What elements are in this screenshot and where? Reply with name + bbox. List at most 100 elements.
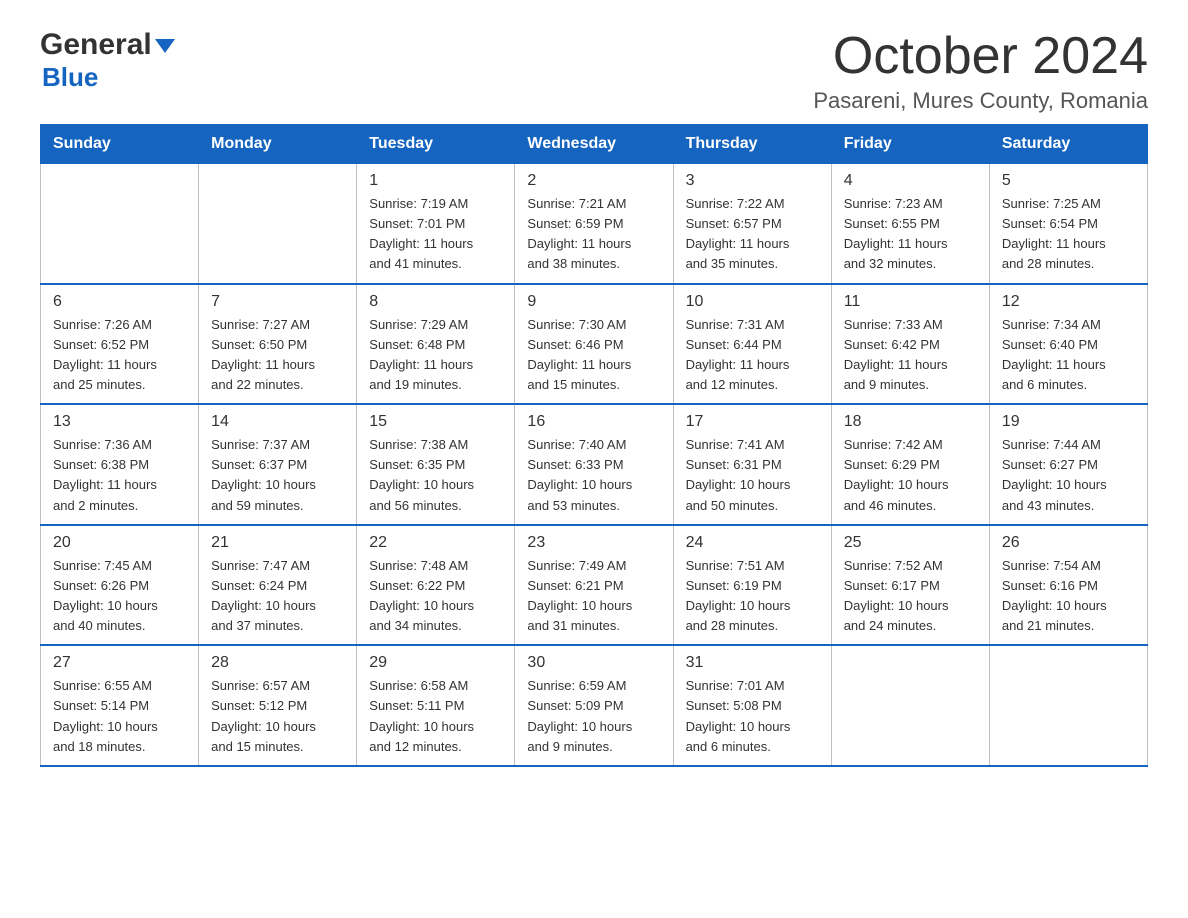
- page-title: October 2024: [813, 30, 1148, 82]
- day-cell: 22 Sunrise: 7:48 AM Sunset: 6:22 PM Dayli…: [357, 525, 515, 646]
- day-number: 4: [844, 172, 977, 190]
- day-number: 29: [369, 654, 502, 672]
- day-number: 12: [1002, 293, 1135, 311]
- page-header: General Blue October 2024 Pasareni, Mure…: [40, 30, 1148, 114]
- calendar-table: Sunday Monday Tuesday Wednesday Thursday…: [40, 124, 1148, 767]
- week-row-1: 1 Sunrise: 7:19 AM Sunset: 7:01 PM Daylig…: [41, 164, 1148, 284]
- day-number: 25: [844, 534, 977, 552]
- day-cell: 3Sunrise: 7:22 AM Sunset: 6:57 PM Daylig…: [673, 164, 831, 284]
- day-number: 26: [1002, 534, 1135, 552]
- col-wednesday: Wednesday: [515, 125, 673, 164]
- day-cell: 25 Sunrise: 7:52 AM Sunset: 6:17 PM Dayli…: [831, 525, 989, 646]
- day-info: Sunrise: 7:31 AM Sunset: 6:44 PM Dayligh…: [686, 315, 819, 396]
- day-cell: 8Sunrise: 7:29 AM Sunset: 6:48 PM Daylig…: [357, 284, 515, 405]
- day-cell: 2Sunrise: 7:21 AM Sunset: 6:59 PM Daylig…: [515, 164, 673, 284]
- day-number: 9: [527, 293, 660, 311]
- day-number: 7: [211, 293, 344, 311]
- day-info: Sunrise: 7:41 AM Sunset: 6:31 PM Dayligh…: [686, 435, 819, 516]
- day-info: Sunrise: 6:57 AM Sunset: 5:12 PM Dayligh…: [211, 676, 344, 757]
- day-info: Sunrise: 7:33 AM Sunset: 6:42 PM Dayligh…: [844, 315, 977, 396]
- day-cell: 19Sunrise: 7:44 AM Sunset: 6:27 PM Dayli…: [989, 404, 1147, 525]
- day-info: Sunrise: 7:30 AM Sunset: 6:46 PM Dayligh…: [527, 315, 660, 396]
- day-cell: 11 Sunrise: 7:33 AM Sunset: 6:42 PM Dayli…: [831, 284, 989, 405]
- day-number: 28: [211, 654, 344, 672]
- day-cell: 26 Sunrise: 7:54 AM Sunset: 6:16 PM Dayli…: [989, 525, 1147, 646]
- day-info: Sunrise: 7:42 AM Sunset: 6:29 PM Dayligh…: [844, 435, 977, 516]
- day-number: 13: [53, 413, 186, 431]
- day-cell: 30 Sunrise: 6:59 AM Sunset: 5:09 PM Dayli…: [515, 645, 673, 766]
- day-cell: 28 Sunrise: 6:57 AM Sunset: 5:12 PM Dayli…: [199, 645, 357, 766]
- day-info: Sunrise: 6:59 AM Sunset: 5:09 PM Dayligh…: [527, 676, 660, 757]
- col-friday: Friday: [831, 125, 989, 164]
- week-row-3: 13 Sunrise: 7:36 AM Sunset: 6:38 PM Dayli…: [41, 404, 1148, 525]
- day-cell: 13 Sunrise: 7:36 AM Sunset: 6:38 PM Dayli…: [41, 404, 199, 525]
- day-cell: 6Sunrise: 7:26 AM Sunset: 6:52 PM Daylig…: [41, 284, 199, 405]
- day-cell: 15Sunrise: 7:38 AM Sunset: 6:35 PM Dayli…: [357, 404, 515, 525]
- day-cell: 12 Sunrise: 7:34 AM Sunset: 6:40 PM Dayli…: [989, 284, 1147, 405]
- day-info: Sunrise: 7:34 AM Sunset: 6:40 PM Dayligh…: [1002, 315, 1135, 396]
- day-info: Sunrise: 7:27 AM Sunset: 6:50 PM Dayligh…: [211, 315, 344, 396]
- day-info: Sunrise: 7:48 AM Sunset: 6:22 PM Dayligh…: [369, 556, 502, 637]
- day-info: Sunrise: 7:21 AM Sunset: 6:59 PM Dayligh…: [527, 194, 660, 275]
- day-cell: 23 Sunrise: 7:49 AM Sunset: 6:21 PM Dayli…: [515, 525, 673, 646]
- day-info: Sunrise: 7:29 AM Sunset: 6:48 PM Dayligh…: [369, 315, 502, 396]
- day-number: 17: [686, 413, 819, 431]
- day-number: 21: [211, 534, 344, 552]
- day-info: Sunrise: 7:47 AM Sunset: 6:24 PM Dayligh…: [211, 556, 344, 637]
- day-info: Sunrise: 7:52 AM Sunset: 6:17 PM Dayligh…: [844, 556, 977, 637]
- day-cell: 10 Sunrise: 7:31 AM Sunset: 6:44 PM Dayli…: [673, 284, 831, 405]
- day-info: Sunrise: 6:55 AM Sunset: 5:14 PM Dayligh…: [53, 676, 186, 757]
- day-cell: 29 Sunrise: 6:58 AM Sunset: 5:11 PM Dayli…: [357, 645, 515, 766]
- day-number: 11: [844, 293, 977, 311]
- day-cell: 9 Sunrise: 7:30 AM Sunset: 6:46 PM Daylig…: [515, 284, 673, 405]
- day-number: 23: [527, 534, 660, 552]
- day-info: Sunrise: 7:19 AM Sunset: 7:01 PM Dayligh…: [369, 194, 502, 275]
- day-number: 16: [527, 413, 660, 431]
- day-info: Sunrise: 7:26 AM Sunset: 6:52 PM Dayligh…: [53, 315, 186, 396]
- day-number: 31: [686, 654, 819, 672]
- day-info: Sunrise: 7:38 AM Sunset: 6:35 PM Dayligh…: [369, 435, 502, 516]
- day-number: 10: [686, 293, 819, 311]
- day-number: 18: [844, 413, 977, 431]
- day-cell: 4Sunrise: 7:23 AM Sunset: 6:55 PM Daylig…: [831, 164, 989, 284]
- day-number: 24: [686, 534, 819, 552]
- day-info: Sunrise: 7:45 AM Sunset: 6:26 PM Dayligh…: [53, 556, 186, 637]
- day-number: 1: [369, 172, 502, 190]
- day-number: 27: [53, 654, 186, 672]
- day-info: Sunrise: 7:44 AM Sunset: 6:27 PM Dayligh…: [1002, 435, 1135, 516]
- day-info: Sunrise: 7:51 AM Sunset: 6:19 PM Dayligh…: [686, 556, 819, 637]
- day-number: 30: [527, 654, 660, 672]
- page-subtitle: Pasareni, Mures County, Romania: [813, 88, 1148, 114]
- day-number: 3: [686, 172, 819, 190]
- day-cell: 1 Sunrise: 7:19 AM Sunset: 7:01 PM Daylig…: [357, 164, 515, 284]
- day-number: 5: [1002, 172, 1135, 190]
- logo-text-blue: Blue: [42, 62, 98, 93]
- day-cell: 27 Sunrise: 6:55 AM Sunset: 5:14 PM Dayli…: [41, 645, 199, 766]
- day-cell: 17 Sunrise: 7:41 AM Sunset: 6:31 PM Dayli…: [673, 404, 831, 525]
- day-cell: 16Sunrise: 7:40 AM Sunset: 6:33 PM Dayli…: [515, 404, 673, 525]
- day-number: 20: [53, 534, 186, 552]
- day-cell: 5 Sunrise: 7:25 AM Sunset: 6:54 PM Daylig…: [989, 164, 1147, 284]
- day-info: Sunrise: 7:25 AM Sunset: 6:54 PM Dayligh…: [1002, 194, 1135, 275]
- day-cell: [41, 164, 199, 284]
- day-info: Sunrise: 7:49 AM Sunset: 6:21 PM Dayligh…: [527, 556, 660, 637]
- day-cell: 21 Sunrise: 7:47 AM Sunset: 6:24 PM Dayli…: [199, 525, 357, 646]
- day-cell: [199, 164, 357, 284]
- day-info: Sunrise: 7:54 AM Sunset: 6:16 PM Dayligh…: [1002, 556, 1135, 637]
- logo: General Blue: [40, 30, 175, 93]
- day-info: Sunrise: 7:37 AM Sunset: 6:37 PM Dayligh…: [211, 435, 344, 516]
- header-row: Sunday Monday Tuesday Wednesday Thursday…: [41, 125, 1148, 164]
- day-number: 22: [369, 534, 502, 552]
- col-tuesday: Tuesday: [357, 125, 515, 164]
- day-info: Sunrise: 7:36 AM Sunset: 6:38 PM Dayligh…: [53, 435, 186, 516]
- day-info: Sunrise: 6:58 AM Sunset: 5:11 PM Dayligh…: [369, 676, 502, 757]
- day-cell: 20 Sunrise: 7:45 AM Sunset: 6:26 PM Dayli…: [41, 525, 199, 646]
- day-cell: 18 Sunrise: 7:42 AM Sunset: 6:29 PM Dayli…: [831, 404, 989, 525]
- day-cell: 24 Sunrise: 7:51 AM Sunset: 6:19 PM Dayli…: [673, 525, 831, 646]
- day-cell: 31Sunrise: 7:01 AM Sunset: 5:08 PM Dayli…: [673, 645, 831, 766]
- title-block: October 2024 Pasareni, Mures County, Rom…: [813, 30, 1148, 114]
- col-monday: Monday: [199, 125, 357, 164]
- day-number: 14: [211, 413, 344, 431]
- day-cell: 7 Sunrise: 7:27 AM Sunset: 6:50 PM Daylig…: [199, 284, 357, 405]
- col-thursday: Thursday: [673, 125, 831, 164]
